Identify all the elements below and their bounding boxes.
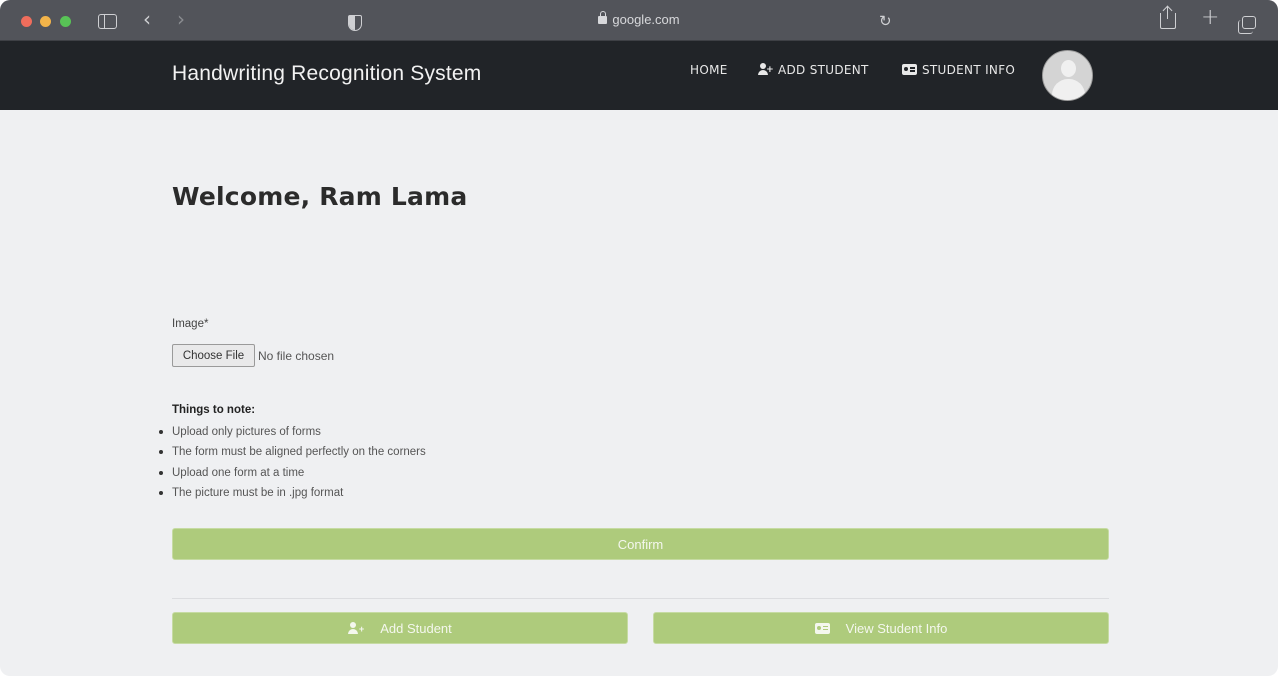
lock-icon [598,11,608,24]
reload-icon[interactable]: ↻ [879,11,892,31]
confirm-button[interactable]: Confirm [172,528,1109,560]
list-item: Upload only pictures of forms [159,424,426,444]
browser-toolbar: ‹ › google.com ↻ + [0,0,1278,41]
image-file-input[interactable]: Choose File No file chosen [172,344,334,367]
tabs-icon[interactable] [1238,16,1256,34]
site-navbar: Handwriting Recognition System HOME + ADD… [0,41,1278,110]
nav-add-student-label: ADD STUDENT [778,63,869,77]
file-status-text: No file chosen [258,348,335,363]
add-user-icon: + [348,622,364,634]
nav-student-info-label: STUDENT INFO [922,63,1016,77]
notes-title: Things to note: [172,404,256,416]
add-student-label: Add Student [380,620,452,636]
add-student-button[interactable]: + Add Student [172,612,628,644]
share-icon[interactable] [1160,7,1176,29]
list-item: The form must be aligned perfectly on th… [159,444,426,464]
choose-file-button[interactable]: Choose File [172,344,255,367]
brand-title[interactable]: Handwriting Recognition System [172,62,481,86]
page-title: Welcome, Ram Lama [172,182,468,211]
nav-student-info-link[interactable]: STUDENT INFO [902,63,1015,77]
notes-list: Upload only pictures of forms The form m… [159,424,426,505]
url-text: google.com [612,12,680,27]
address-bar[interactable]: google.com [0,11,1278,27]
avatar[interactable] [1042,50,1093,101]
nav-home-link[interactable]: HOME [690,63,728,77]
add-user-icon: + [758,63,774,75]
image-field-label: Image* [172,318,209,330]
nav-home-label: HOME [690,63,728,77]
list-item: Upload one form at a time [159,465,426,485]
new-tab-icon[interactable]: + [1201,7,1219,29]
divider [172,598,1109,599]
id-card-icon [902,64,917,75]
id-card-icon [814,622,830,634]
browser-window: ‹ › google.com ↻ + Handwriting Recogniti… [0,0,1278,676]
view-student-info-label: View Student Info [845,620,948,636]
list-item: The picture must be in .jpg format [159,485,426,505]
confirm-label: Confirm [617,536,664,552]
nav-add-student-link[interactable]: + ADD STUDENT [758,63,869,77]
view-student-info-button[interactable]: View Student Info [653,612,1109,644]
